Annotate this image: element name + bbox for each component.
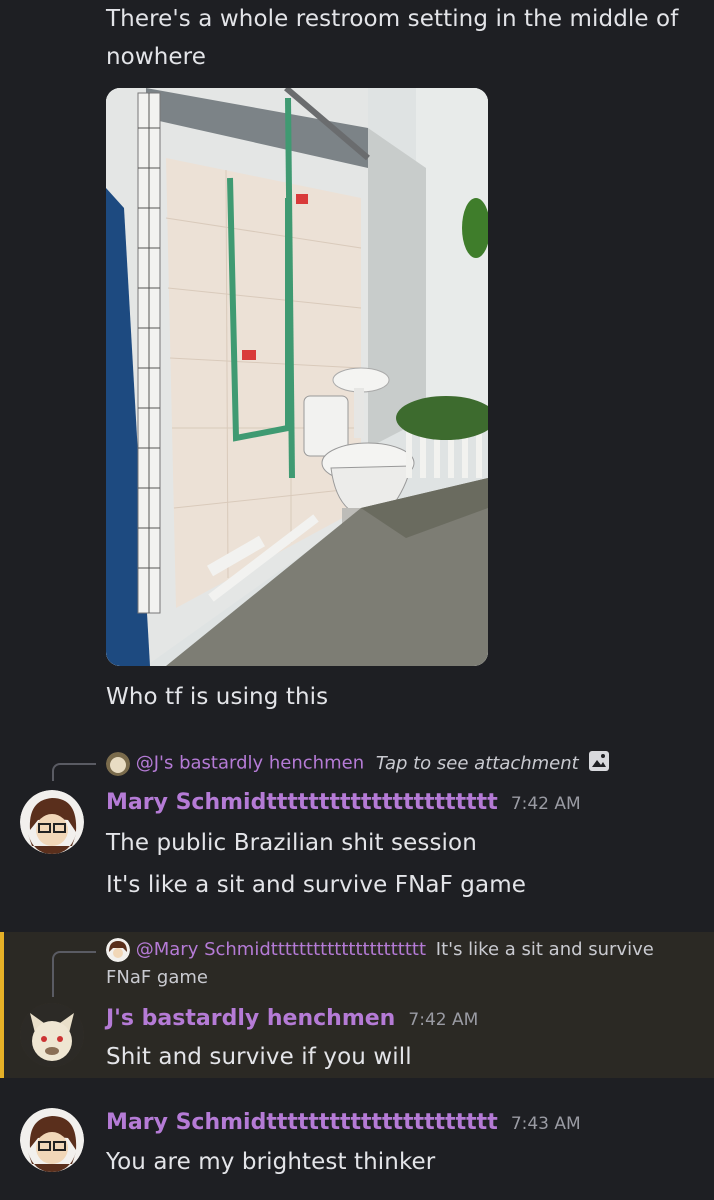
reply-snippet: It's like a sit and survive bbox=[435, 939, 654, 960]
reply-attachment-text: Tap to see attachment bbox=[375, 752, 579, 774]
message-text: You are my brightest thinker bbox=[106, 1149, 436, 1175]
reply-mention[interactable]: @Mary Schmidtttttttttttttttttttttt bbox=[136, 939, 426, 960]
message-text: It's like a sit and survive FNaF game bbox=[106, 872, 526, 898]
message-author[interactable]: J's bastardly henchmen bbox=[106, 1006, 395, 1031]
avatar[interactable] bbox=[20, 1108, 84, 1172]
message-timestamp: 7:42 AM bbox=[510, 794, 581, 814]
avatar[interactable] bbox=[20, 1003, 84, 1067]
message-text: Shit and survive if you will bbox=[106, 1044, 412, 1070]
reply-connector bbox=[52, 763, 96, 781]
message-text: There's a whole restroom setting in the … bbox=[106, 6, 679, 70]
message-timestamp: 7:42 AM bbox=[408, 1010, 479, 1030]
avatar[interactable] bbox=[20, 790, 84, 854]
message-author[interactable]: Mary Schmidtttttttttttttttttttttt bbox=[106, 790, 498, 815]
reply-snippet-cont: FNaF game bbox=[106, 967, 208, 988]
reply-connector bbox=[52, 951, 96, 997]
reply-preview[interactable]: @J's bastardly henchmen Tap to see attac… bbox=[106, 750, 610, 777]
reply-mention[interactable]: @J's bastardly henchmen bbox=[136, 753, 364, 774]
restroom-photo bbox=[106, 88, 488, 666]
message-text: The public Brazilian shit session bbox=[106, 830, 477, 856]
reply-preview[interactable]: @Mary Schmidtttttttttttttttttttttt It's … bbox=[106, 936, 654, 964]
message-text: Who tf is using this bbox=[106, 684, 329, 710]
image-icon bbox=[588, 750, 610, 777]
avatar-small bbox=[106, 751, 130, 776]
avatar-small bbox=[106, 938, 130, 962]
message-timestamp: 7:43 AM bbox=[510, 1114, 581, 1134]
attached-image[interactable] bbox=[106, 88, 488, 666]
message-author[interactable]: Mary Schmidtttttttttttttttttttttt bbox=[106, 1110, 498, 1135]
